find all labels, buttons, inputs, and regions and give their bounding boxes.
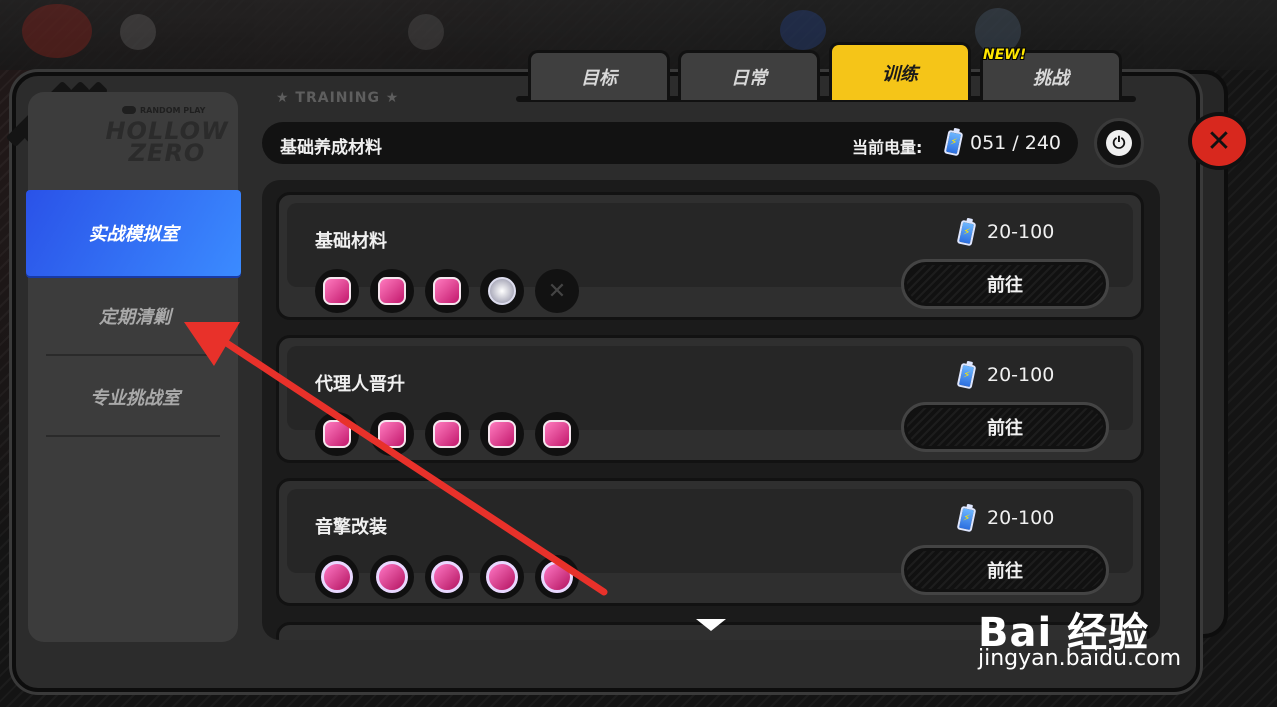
energy-value: 051 / 240 [970,132,1062,154]
sidebar-item-expert-challenge[interactable]: 专业挑战室 [40,356,230,438]
material-icons [315,412,579,456]
list-item: 基础材料 ⚡ 20-100 ✕ 前往 [276,192,1144,320]
list-item: 音擎改装 ⚡ 20-100 前往 [276,478,1144,606]
pink-material-icon [425,555,469,599]
empty-slot-icon: ✕ [535,269,579,313]
power-icon: ⏻ [1106,130,1132,156]
battery-icon: ⚡ [943,129,964,157]
sidebar-item-combat-sim[interactable]: 实战模拟室 [26,190,241,276]
go-button[interactable]: 前往 [901,545,1109,595]
header-bar: 基础养成材料 当前电量: ⚡ 051 / 240 [262,122,1078,164]
material-icons [315,555,579,599]
power-button[interactable]: ⏻ [1094,118,1144,168]
card-cost: 20-100 [987,221,1055,243]
new-badge: NEW! [983,47,1027,63]
pink-material-icon [480,412,524,456]
pink-material-icon [480,555,524,599]
energy-label: 当前电量: [852,138,923,157]
pink-material-icon [535,412,579,456]
close-button[interactable]: ✕ [1188,112,1250,170]
sidebar-item-label: 定期清剿 [99,307,171,328]
material-icons: ✕ [315,269,579,313]
silver-coin-icon [480,269,524,313]
close-icon: ✕ [1206,123,1232,159]
card-title: 基础材料 [315,231,387,252]
top-icon [408,14,444,50]
sidebar-item-routine-cleanup[interactable]: 定期清剿 [40,275,230,357]
sidebar-item-label: 实战模拟室 [88,224,179,245]
tab-goals[interactable]: 目标 [528,50,670,100]
scroll-down-icon[interactable] [696,619,726,631]
go-button[interactable]: 前往 [901,402,1109,452]
tab-daily[interactable]: 日常 [678,50,820,100]
tab-label: 目标 [581,67,617,89]
pink-material-icon [315,269,359,313]
card-cost: 20-100 [987,364,1055,386]
pink-material-icon [315,412,359,456]
section-label: ★ TRAINING ★ [276,90,400,106]
avatar [22,4,92,58]
pink-material-icon [370,555,414,599]
material-list[interactable]: 基础材料 ⚡ 20-100 ✕ 前往 代理人晋升 ⚡ 20-100 前往 音擎改… [262,180,1160,640]
pink-material-icon [370,412,414,456]
pink-material-icon [425,269,469,313]
sidebar-item-label: 专业挑战室 [90,388,180,409]
tab-label: 挑战 [1033,67,1069,89]
pink-material-icon [425,412,469,456]
hollow-zero-logo: HOLLOW ZERO [105,117,229,167]
list-item: 代理人晋升 ⚡ 20-100 前往 [276,335,1144,463]
page-title: 基础养成材料 [280,138,382,158]
pink-material-icon [535,555,579,599]
top-icon [780,10,826,50]
watermark: Bai 经验 jingyan.baidu.com [978,590,1268,680]
tab-label: 训练 [882,63,918,85]
card-title: 音擎改装 [315,517,387,538]
tab-training[interactable]: 训练 [829,42,971,100]
watermark-url: jingyan.baidu.com [978,646,1182,671]
tab-label: 日常 [731,67,767,89]
random-play-badge: RANDOM PLAY [122,102,232,118]
card-cost: 20-100 [987,507,1055,529]
go-button[interactable]: 前往 [901,259,1109,309]
pink-material-icon [370,269,414,313]
top-icon [120,14,156,50]
card-title: 代理人晋升 [315,374,405,395]
pink-material-icon [315,555,359,599]
